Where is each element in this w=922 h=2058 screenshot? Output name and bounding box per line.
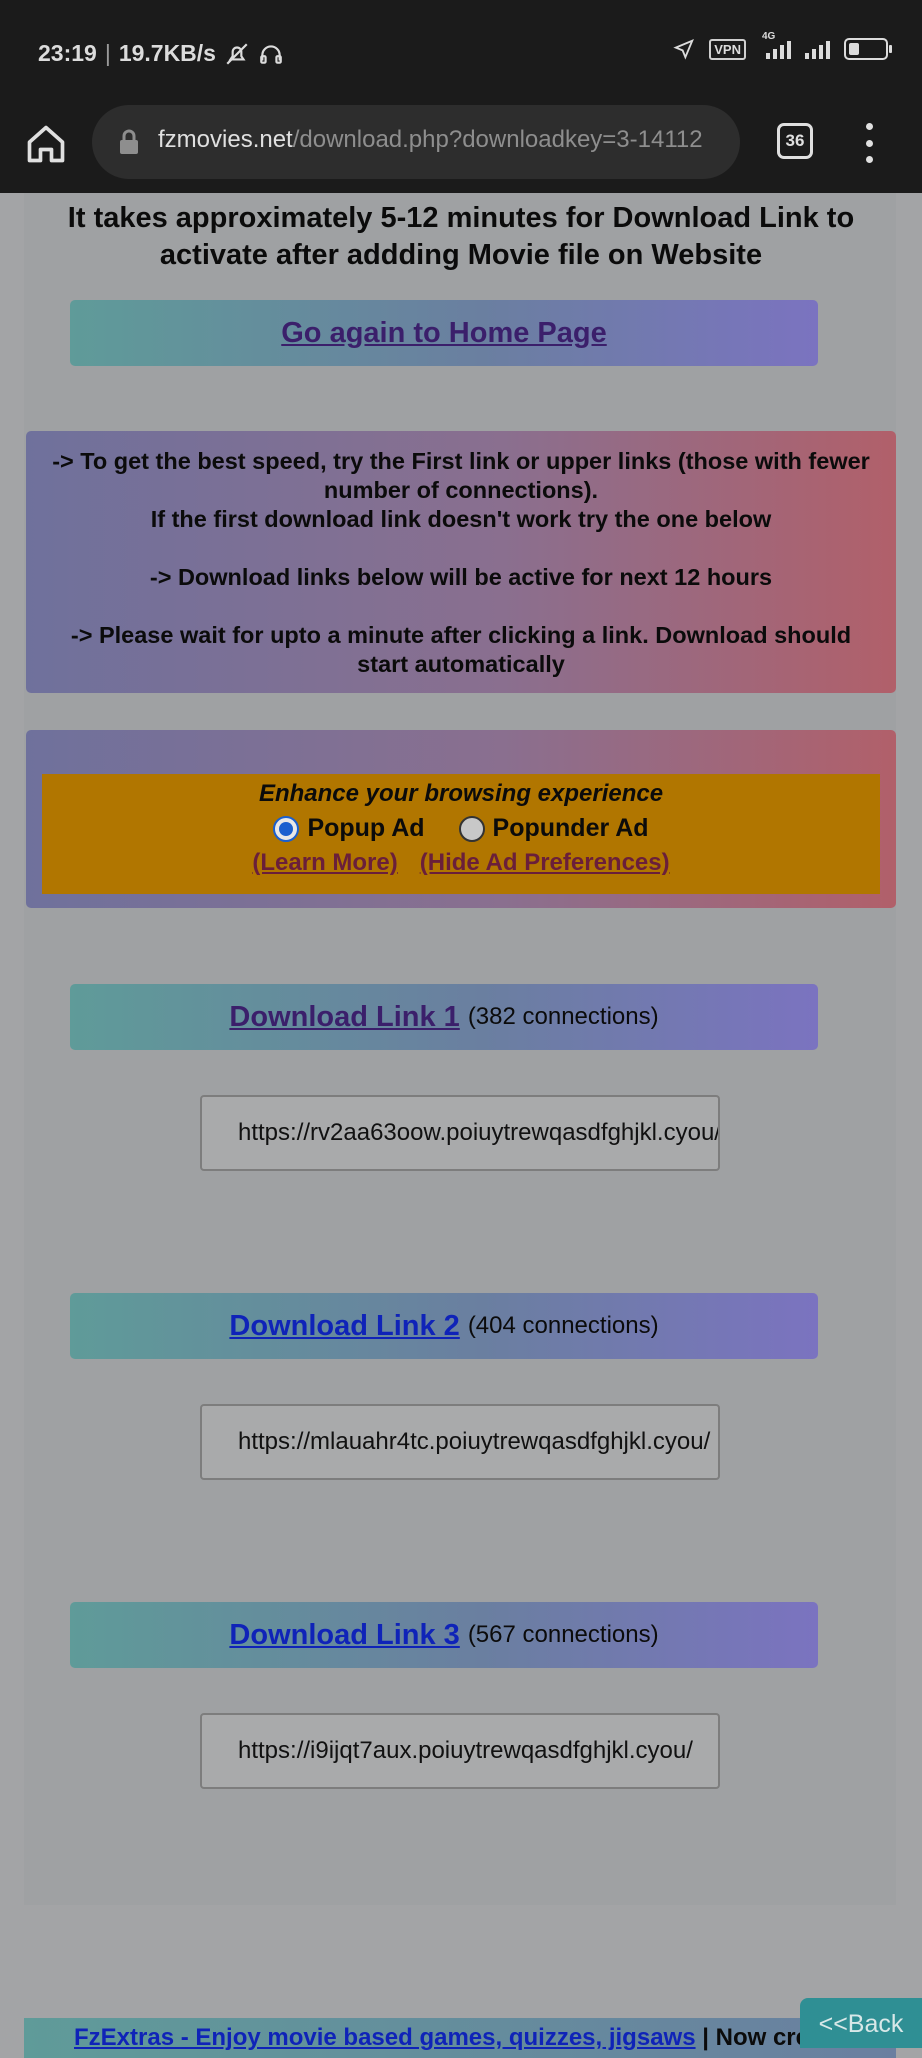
- info-box: -> To get the best speed, try the First …: [26, 431, 896, 693]
- status-bar: 23:19 | 19.7KB/s VPN 4G: [0, 0, 922, 105]
- download-url-field-2[interactable]: https://mlauahr4tc.poiuytrewqasdfghjkl.c…: [200, 1404, 720, 1480]
- headphones-icon: [260, 44, 282, 64]
- download-link-2[interactable]: Download Link 2: [229, 1310, 459, 1343]
- signal-bars-icon: [766, 39, 791, 59]
- back-button[interactable]: <<Back: [800, 1998, 922, 2048]
- download-link-1-connections: (382 connections): [467, 1003, 659, 1030]
- url-host: fzmovies.net: [158, 126, 293, 153]
- popunder-ad-radio[interactable]: [458, 816, 485, 843]
- home-link-box[interactable]: Go again to Home Page: [70, 300, 818, 366]
- footer-banner: FzExtras - Enjoy movie based games, quiz…: [24, 2018, 896, 2058]
- url-text[interactable]: fzmovies.net/download.php?downloadkey=3-…: [158, 126, 703, 154]
- info-line-3: -> Download links below will be active f…: [149, 564, 773, 590]
- tab-switcher-button[interactable]: 36: [777, 123, 813, 159]
- ad-links: (Learn More) (Hide Ad Preferences): [42, 849, 880, 877]
- cell-signal-4g: 4G: [760, 31, 791, 59]
- learn-more-link[interactable]: (Learn More): [252, 849, 397, 877]
- popup-ad-radio[interactable]: [273, 816, 300, 843]
- download-link-3-connections: (567 connections): [467, 1621, 659, 1648]
- download-link-1[interactable]: Download Link 1: [229, 1001, 459, 1034]
- net-speed: 19.7KB/s: [118, 40, 216, 66]
- popunder-ad-option[interactable]: Popunder Ad: [458, 814, 649, 843]
- footer-separator: |: [695, 2024, 716, 2051]
- separator: |: [104, 40, 111, 66]
- muted-bell-icon: [226, 42, 248, 65]
- location-arrow-icon: [673, 39, 695, 60]
- overflow-menu-icon[interactable]: [862, 123, 876, 163]
- hide-ad-preferences-link[interactable]: (Hide Ad Preferences): [420, 849, 670, 877]
- ad-preferences-panel: Enhance your browsing experience Popup A…: [42, 774, 880, 894]
- address-bar[interactable]: fzmovies.net/download.php?downloadkey=3-…: [92, 105, 740, 179]
- fzextras-link[interactable]: FzExtras - Enjoy movie based games, quiz…: [74, 2024, 696, 2051]
- ad-options: Popup Ad Popunder Ad: [42, 814, 880, 843]
- info-line-2: If the first download link doesn't work …: [150, 506, 772, 532]
- popunder-ad-label: Popunder Ad: [492, 814, 649, 842]
- clock: 23:19: [38, 40, 97, 66]
- status-left: 23:19 | 19.7KB/s: [38, 40, 284, 67]
- download-link-3[interactable]: Download Link 3: [229, 1619, 459, 1652]
- home-icon[interactable]: [24, 122, 68, 166]
- status-right: VPN 4G: [673, 31, 892, 60]
- home-link[interactable]: Go again to Home Page: [281, 317, 607, 350]
- browser-toolbar: fzmovies.net/download.php?downloadkey=3-…: [0, 105, 922, 193]
- popup-ad-label: Popup Ad: [307, 814, 425, 842]
- download-link-1-box[interactable]: Download Link 1 (382 connections): [70, 984, 818, 1050]
- download-link-3-box[interactable]: Download Link 3 (567 connections): [70, 1602, 818, 1668]
- page-headline: It takes approximately 5-12 minutes for …: [67, 202, 855, 271]
- vpn-badge: VPN: [709, 38, 746, 60]
- signal-bars-icon-2: [805, 39, 830, 59]
- network-type-label: 4G: [762, 31, 776, 42]
- download-link-2-box[interactable]: Download Link 2 (404 connections): [70, 1293, 818, 1359]
- lock-icon: [120, 129, 138, 154]
- download-url-field-3[interactable]: https://i9ijqt7aux.poiuytrewqasdfghjkl.c…: [200, 1713, 720, 1789]
- battery-icon: [844, 38, 892, 60]
- download-url-field-1[interactable]: https://rv2aa63oow.poiuytrewqasdfghjkl.c…: [200, 1095, 720, 1171]
- info-line-1: -> To get the best speed, try the First …: [52, 448, 870, 503]
- download-link-2-connections: (404 connections): [467, 1312, 659, 1339]
- ad-preferences-box: Enhance your browsing experience Popup A…: [26, 730, 896, 908]
- ad-preferences-title: Enhance your browsing experience: [258, 780, 664, 807]
- info-line-4: -> Please wait for upto a minute after c…: [70, 622, 852, 677]
- popup-ad-option[interactable]: Popup Ad: [273, 814, 425, 843]
- url-path: /download.php?downloadkey=3-14112: [292, 126, 703, 153]
